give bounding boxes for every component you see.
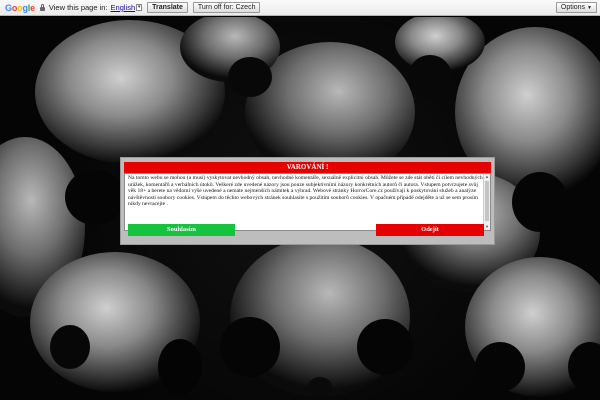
- agree-button[interactable]: Souhlasím: [128, 224, 235, 236]
- chevron-down-icon: ▼: [587, 5, 592, 11]
- chevron-down-icon[interactable]: ▾: [136, 4, 143, 11]
- warning-text: Na tomto webu se mohou (a musí) vyskytov…: [128, 175, 483, 208]
- warning-dialog: VAROVÁNÍ ! Na tomto webu se mohou (a mus…: [120, 157, 495, 245]
- warning-text-box[interactable]: Na tomto webu se mohou (a musí) vyskytov…: [124, 173, 491, 231]
- turn-off-button[interactable]: Turn off for: Czech: [192, 2, 261, 13]
- warning-title: VAROVÁNÍ !: [124, 162, 491, 173]
- options-label: Options: [560, 4, 586, 11]
- translate-bar: Google View this page in: English ▾ Tran…: [0, 0, 600, 16]
- scroll-down-icon[interactable]: ▼: [484, 224, 490, 230]
- options-button[interactable]: Options ▼: [555, 2, 597, 13]
- scroll-up-icon[interactable]: ▲: [484, 174, 490, 180]
- view-page-label: View this page in:: [48, 3, 108, 12]
- scroll-thumb[interactable]: [485, 181, 489, 221]
- leave-button[interactable]: Odejít: [376, 224, 484, 236]
- language-select[interactable]: English: [111, 3, 136, 12]
- google-logo: Google: [5, 2, 35, 13]
- lock-icon: [39, 3, 45, 11]
- scrollbar[interactable]: ▲ ▼: [483, 174, 490, 230]
- translate-button[interactable]: Translate: [147, 2, 188, 13]
